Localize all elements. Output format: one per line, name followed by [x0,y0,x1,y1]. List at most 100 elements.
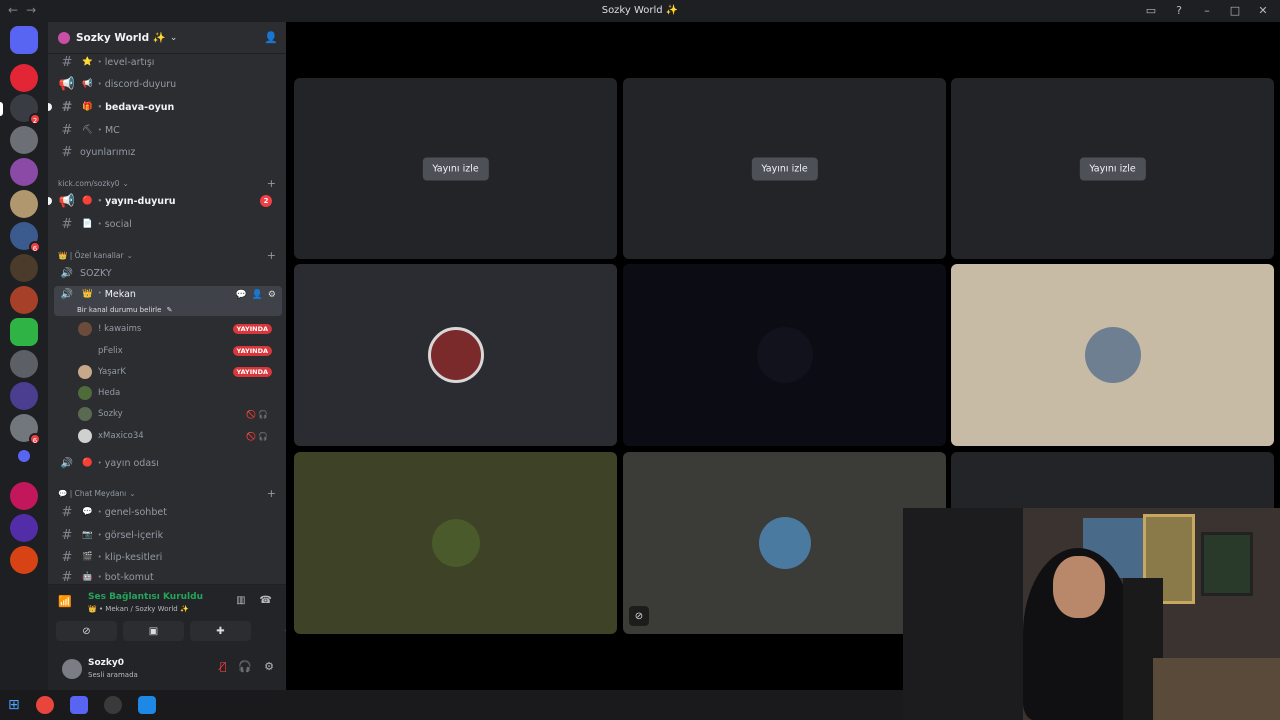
headphones-muted-icon[interactable]: 🎧 [238,660,252,673]
avatar[interactable] [62,659,82,679]
voice-user[interactable]: ! kawaims YAYINDA [78,320,278,338]
folder-icon[interactable] [18,450,30,462]
server-icon[interactable] [10,514,38,542]
participant-tile[interactable] [294,264,617,446]
add-channel-icon[interactable]: + [267,177,276,190]
user-controls: 🎙̸ 🎧 ⚙ [220,660,274,673]
chat-icon[interactable]: 💬 [235,290,246,300]
user-panel: Sozky0 Sesli aramada 🎙̸ 🎧 ⚙ [48,646,286,690]
voice-status-title[interactable]: Ses Bağlantısı Kuruldu [88,592,203,602]
add-channel-icon[interactable]: + [267,487,276,500]
hash-icon: # [61,216,73,232]
server-icon[interactable] [10,382,38,410]
channel-oyunlarimiz[interactable]: # oyunlarımız [54,142,282,162]
channel-yayin-duyuru[interactable]: 📢 🔴 • yayın-duyuru 2 [48,191,282,211]
channel-gorsel-icerik[interactable]: # 📷 • görsel-içerik [54,525,282,545]
server-rail: 2 6 6 [0,22,48,690]
camera-off-button[interactable]: ⊘ [56,621,117,641]
category-kick[interactable]: kick.com/sozky0 ⌄ + [58,176,276,190]
channel-emoji: 📷 [82,530,93,540]
category-ozel-kanallar[interactable]: 👑 | Özel kanallar ⌄ + [58,248,276,262]
server-icon[interactable] [10,158,38,186]
help-icon[interactable]: ? [1172,3,1186,17]
channel-bedava-oyun[interactable]: # 🎁 • bedava-oyun [48,97,282,117]
voice-panel-actions: ▥ ☎ [236,595,272,606]
signal-icon[interactable]: 📶 [58,595,72,609]
channel-emoji: 🤖 [82,572,93,582]
server-icon[interactable] [10,350,38,378]
discord-icon[interactable] [69,696,88,714]
server-badge: 2 [29,113,41,125]
gear-icon[interactable]: ⚙ [268,290,276,300]
maximize-icon[interactable]: □ [1228,3,1242,17]
server-icon[interactable] [10,190,38,218]
voice-user[interactable]: YaşarK YAYINDA [78,363,278,381]
voice-user[interactable]: pFelix YAYINDA [78,342,278,360]
close-icon[interactable]: ✕ [1256,3,1270,17]
server-icon[interactable] [10,126,38,154]
participant-tile[interactable]: ⊘ [623,452,946,634]
stream-tile[interactable]: Yayını izle [951,78,1274,259]
server-icon[interactable] [10,286,38,314]
stream-tile[interactable]: Yayını izle [623,78,946,259]
hash-icon: # [61,570,73,584]
invite-people-icon[interactable]: 👤 [264,31,278,44]
server-icon[interactable]: 6 [10,414,41,445]
user-status: Sesli aramada [88,671,138,679]
muted-deafened-icon: 🚫🎧 [246,409,270,419]
voice-user[interactable]: Heda [78,384,278,402]
webcam-overlay [903,508,1280,720]
windows-start-icon[interactable]: ⊞ [8,697,20,713]
server-icon[interactable] [10,254,38,282]
voice-channel-sozky[interactable]: 🔊 SOZKY [54,263,282,283]
kick-server-icon[interactable] [10,318,38,346]
channel-mc[interactable]: # ⛏ • MC [54,120,282,140]
server-icon[interactable] [10,546,38,574]
channel-emoji: 🎬 [82,552,93,562]
selected-server-pill [0,102,3,116]
disconnect-icon[interactable]: ☎ [260,595,272,606]
channel-klip-kesitleri[interactable]: # 🎬 • klip-kesitleri [54,547,282,567]
camera-off-icon: ⊘ [82,625,91,637]
add-channel-icon[interactable]: + [267,249,276,262]
voice-user[interactable]: xMaxico34 🚫🎧 [78,427,278,445]
stream-tile[interactable]: Yayını izle [294,78,617,259]
watch-stream-button[interactable]: Yayını izle [751,157,818,180]
voice-user[interactable]: Sozky 🚫🎧 [78,405,278,423]
category-chat-meydani[interactable]: 💬 | Chat Meydanı ⌄ + [58,486,276,500]
channel-genel-sohbet[interactable]: # 💬 • genel-sohbet [54,502,282,522]
obs-icon[interactable] [103,696,122,714]
voice-channel-yayin-odasi[interactable]: 🔊 🔴 • yayın odası [54,453,282,473]
channel-level-artisi[interactable]: # ⭐ • level-artışı [54,52,282,72]
username[interactable]: Sozky0 [88,658,124,668]
chrome-icon[interactable] [35,696,54,714]
guild-header[interactable]: Sozky World ✨ ⌄ 👤 [48,22,286,54]
inbox-icon[interactable]: ▭ [1144,3,1158,17]
mic-muted-icon[interactable]: 🎙̸ [220,660,227,673]
server-icon[interactable] [10,64,38,92]
activities-button[interactable]: ✚ [190,621,251,641]
noise-suppression-icon[interactable]: ▥ [236,595,245,606]
server-icon[interactable] [10,482,38,510]
participant-tile[interactable] [294,452,617,634]
gear-icon[interactable]: ⚙ [264,660,274,673]
invite-icon[interactable]: 👤 [252,290,263,300]
channel-status-hint[interactable]: Bir kanal durumu belirle ✎ [77,306,173,314]
discord-home-icon[interactable] [10,26,38,54]
shelf [1153,658,1280,720]
channel-emoji: 📄 [82,219,93,229]
participant-tile[interactable] [623,264,946,446]
minimize-icon[interactable]: – [1200,3,1214,17]
watch-stream-button[interactable]: Yayını izle [422,157,489,180]
participant-tile[interactable] [951,264,1274,446]
screen-share-button[interactable]: ▣ [123,621,184,641]
server-icon[interactable]: 2 [10,94,41,125]
app-icon[interactable] [137,696,156,714]
hash-icon: # [61,54,73,70]
voice-status-subtitle[interactable]: 👑 • Mekan / Sozky World ✨ [88,605,189,613]
server-icon[interactable]: 6 [10,222,41,253]
channel-bot-komut[interactable]: # 🤖 • bot-komut [54,570,282,584]
watch-stream-button[interactable]: Yayını izle [1079,157,1146,180]
channel-discord-duyuru[interactable]: 📢 📢 • discord-duyuru [54,74,282,94]
channel-social[interactable]: # 📄 • social [54,214,282,234]
